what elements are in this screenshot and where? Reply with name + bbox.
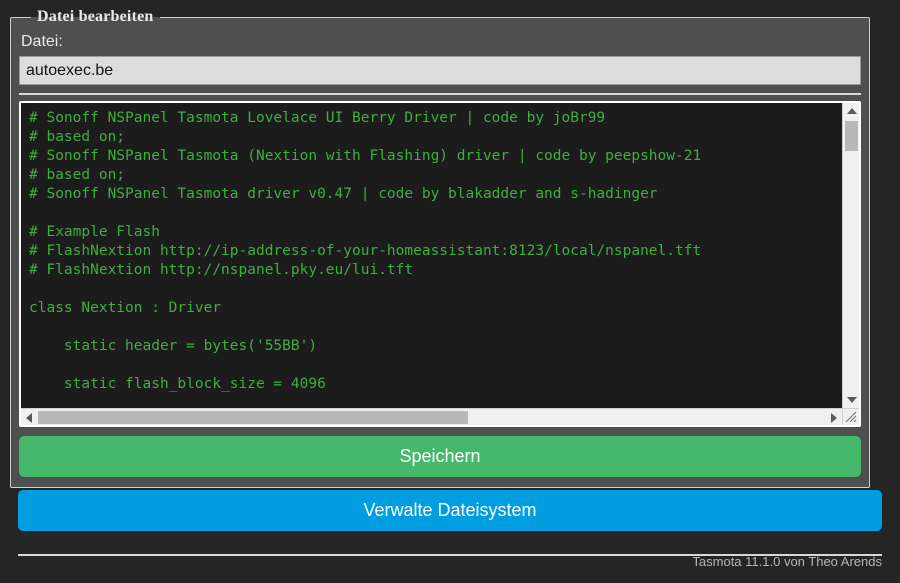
triangle-right-icon <box>831 412 837 423</box>
triangle-left-icon <box>26 412 32 423</box>
horizontal-scrollbar-thumb[interactable] <box>38 411 468 424</box>
edit-file-panel: Datei bearbeiten Datei: # Sonoff NSPanel… <box>10 8 870 488</box>
code-line: class Nextion : Driver <box>29 300 222 316</box>
file-name-input[interactable] <box>19 56 861 85</box>
code-line: # FlashNextion http://nspanel.pky.eu/lui… <box>29 262 414 278</box>
scroll-down-arrow-icon[interactable] <box>843 392 859 408</box>
page-root: Datei bearbeiten Datei: # Sonoff NSPanel… <box>0 0 900 583</box>
code-line: # Sonoff NSPanel Tasmota Lovelace UI Ber… <box>29 110 606 126</box>
resize-corner[interactable] <box>842 408 859 425</box>
vertical-scrollbar-thumb[interactable] <box>845 121 858 151</box>
code-line: # Sonoff NSPanel Tasmota (Nextion with F… <box>29 148 702 164</box>
code-line: # FlashNextion http://ip-address-of-your… <box>29 243 702 259</box>
save-button[interactable]: Speichern <box>19 436 861 477</box>
code-line: static header = bytes('55BB') <box>29 338 318 354</box>
file-label: Datei: <box>21 33 63 50</box>
footer-version-text: Tasmota 11.1.0 von Theo Arends <box>692 554 882 569</box>
triangle-up-icon <box>846 108 857 114</box>
manage-filesystem-button[interactable]: Verwalte Dateisystem <box>18 490 882 531</box>
code-line: # based on; <box>29 129 126 145</box>
code-line: # Example Flash <box>29 224 160 240</box>
resize-grip-icon <box>845 411 857 423</box>
triangle-down-icon <box>846 397 857 403</box>
scroll-left-arrow-icon[interactable] <box>21 409 37 425</box>
horizontal-scrollbar[interactable] <box>21 408 859 425</box>
panel-divider <box>19 93 861 95</box>
code-line: # based on; <box>29 167 126 183</box>
scroll-up-arrow-icon[interactable] <box>843 103 859 119</box>
vertical-scrollbar[interactable] <box>842 103 859 408</box>
code-line: static flash_block_size = 4096 <box>29 376 326 392</box>
code-text-area[interactable]: # Sonoff NSPanel Tasmota Lovelace UI Ber… <box>21 103 842 408</box>
scroll-right-arrow-icon[interactable] <box>826 409 842 425</box>
code-line: # Sonoff NSPanel Tasmota driver v0.47 | … <box>29 186 658 202</box>
panel-title: Datei bearbeiten <box>37 8 154 25</box>
code-editor[interactable]: # Sonoff NSPanel Tasmota Lovelace UI Ber… <box>19 101 861 427</box>
